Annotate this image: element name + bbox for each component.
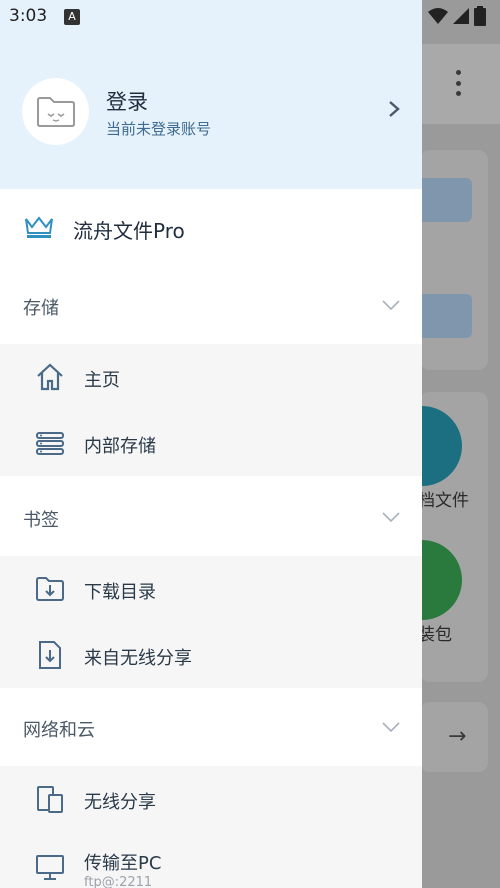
section-network-cloud[interactable]: 网络和云 [0,694,422,760]
storage-icon [36,432,64,455]
drawer-item-home[interactable]: 主页 [0,344,422,410]
pro-label: 流舟文件Pro [73,219,185,243]
section-network-cloud-items: 无线分享 传输至PC ftp@:2211 [0,766,422,888]
background-chip [420,294,472,338]
login-title[interactable]: 登录 [106,86,148,116]
drawer-item-label: 传输至PC [84,853,162,874]
avatar[interactable] [22,78,89,145]
section-bookmarks-items: 下载目录 来自无线分享 [0,556,422,688]
file-download-icon [39,641,61,669]
drawer-item-transfer-pc[interactable]: 传输至PC ftp@:2211 [0,832,422,888]
wifi-icon [428,8,448,24]
section-bookmarks[interactable]: 书签 [0,484,422,550]
drawer-item-label: 来自无线分享 [84,648,192,669]
status-bar: 3:03 A [0,0,500,34]
more-options-icon[interactable] [455,70,461,96]
folder-download-icon [36,577,64,601]
chevron-down-icon[interactable] [381,719,401,735]
drawer-item-downloads[interactable]: 下载目录 [0,556,422,622]
drawer-item-wireless-share-folder[interactable]: 来自无线分享 [0,622,422,688]
pro-row[interactable]: 流舟文件Pro [0,196,422,260]
documents-label: 档文件 [418,491,469,511]
navigation-drawer: 登录 当前未登录账号 流舟文件Pro 存储 主页 内部存储 书签 下载目录 来自… [0,0,422,888]
chevron-down-icon[interactable] [381,297,401,313]
drawer-item-label: 主页 [84,370,120,391]
apk-label: 装包 [418,625,452,645]
login-subtitle: 当前未登录账号 [106,120,212,138]
drawer-item-wireless-share[interactable]: 无线分享 [0,766,422,832]
home-icon [37,363,63,391]
monitor-icon [36,855,64,880]
drawer-item-label: 下载目录 [84,582,156,603]
status-icons [428,6,486,26]
drawer-item-label: 无线分享 [84,792,156,813]
section-label: 存储 [23,298,59,319]
section-storage-items: 主页 内部存储 [0,344,422,476]
drawer-item-internal-storage[interactable]: 内部存储 [0,410,422,476]
ftp-address: ftp@:2211 [84,875,153,888]
status-time: 3:03 [9,6,48,26]
folder-face-icon [36,96,75,127]
drawer-item-label: 内部存储 [84,436,156,457]
battery-icon [474,6,486,26]
chevron-right-icon[interactable] [384,99,404,119]
background-chip [420,178,472,222]
arrow-right-icon[interactable]: → [448,724,466,749]
devices-icon [37,786,63,813]
section-storage[interactable]: 存储 [0,272,422,338]
chevron-down-icon[interactable] [381,509,401,525]
crown-icon [25,216,53,238]
signal-icon [453,8,469,24]
section-label: 网络和云 [23,720,95,741]
notification-icon: A [64,9,80,25]
section-label: 书签 [23,510,59,531]
